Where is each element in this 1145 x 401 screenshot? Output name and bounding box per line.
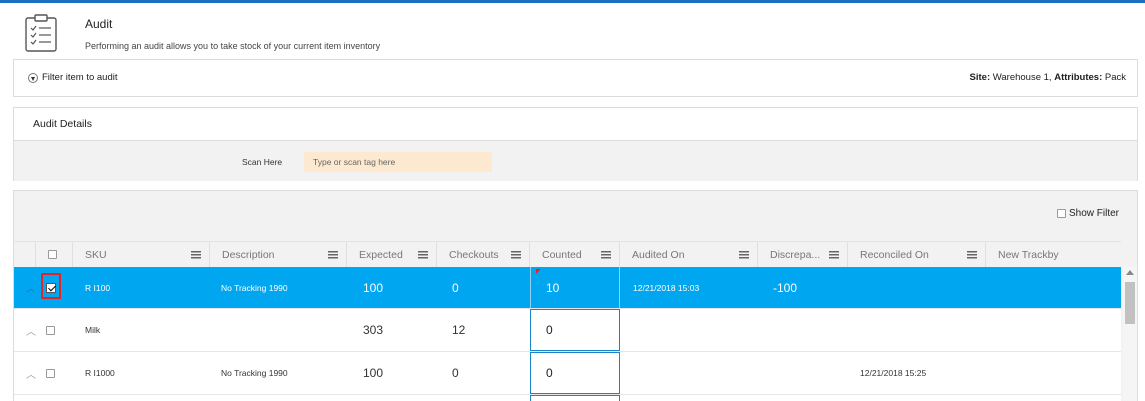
cell-sku: Milk: [85, 325, 101, 335]
column-menu-icon[interactable]: [511, 251, 521, 259]
column-header-label: SKU: [85, 249, 107, 261]
audit-details-panel: Audit Details Scan Here: [13, 107, 1138, 181]
site-key: Site:: [969, 72, 991, 83]
page-title: Audit: [85, 17, 113, 31]
column-header-label: Description: [222, 249, 275, 261]
top-accent-bar: [0, 0, 1145, 3]
cell-counted: 0: [546, 323, 553, 337]
checkbox-checked-icon: [46, 282, 56, 293]
header-select-col: [36, 242, 73, 268]
column-header-audited-on[interactable]: Audited On: [620, 242, 758, 268]
grid-header: SKU Description Expected Checkouts Count…: [14, 241, 1121, 268]
row-checkbox[interactable]: [46, 267, 56, 308]
column-header-sku[interactable]: SKU: [73, 242, 210, 268]
column-menu-icon[interactable]: [739, 251, 749, 259]
attributes-key: Attributes:: [1054, 72, 1103, 83]
column-menu-icon[interactable]: [328, 251, 338, 259]
table-row[interactable]: [14, 395, 1121, 401]
cell-description: No Tracking 1990: [221, 368, 288, 378]
dirty-cell-marker: [536, 269, 541, 274]
cell-reconciled-on: 12/21/2018 15:25: [860, 368, 927, 378]
cell-counted-editor[interactable]: 0: [530, 309, 620, 351]
table-row[interactable]: ︿ Milk 303 12 0: [14, 309, 1121, 352]
show-filter-checkbox[interactable]: [1056, 209, 1066, 218]
cell-counted-editor[interactable]: 10: [530, 267, 620, 308]
column-header-label: Discrepa...: [770, 249, 821, 261]
audit-details-title: Audit Details: [33, 118, 92, 130]
column-header-new-trackby[interactable]: New Trackby: [986, 242, 1121, 268]
filter-toggle-label: Filter item to audit: [42, 72, 118, 83]
column-header-label: Audited On: [632, 249, 685, 261]
column-header-description[interactable]: Description: [210, 242, 347, 268]
column-menu-icon[interactable]: [829, 251, 839, 259]
cell-checkouts: 0: [452, 366, 459, 380]
scroll-thumb[interactable]: [1125, 282, 1135, 324]
scroll-up-icon[interactable]: [1126, 270, 1134, 275]
cell-counted-editor[interactable]: 0: [530, 352, 620, 394]
column-header-label: Checkouts: [449, 249, 499, 261]
show-filter-label: Show Filter: [1068, 208, 1119, 219]
column-menu-icon[interactable]: [967, 251, 977, 259]
page-subtitle: Performing an audit allows you to take s…: [85, 41, 381, 51]
cell-checkouts: 0: [452, 280, 459, 295]
column-header-label: Counted: [542, 249, 582, 261]
column-header-reconciled-on[interactable]: Reconciled On: [848, 242, 986, 268]
cell-expected: 303: [363, 323, 384, 337]
vertical-scrollbar[interactable]: [1123, 267, 1137, 401]
cell-expected: 100: [363, 366, 384, 380]
column-menu-icon[interactable]: [191, 251, 201, 259]
audit-details-body: Scan Here: [14, 140, 1137, 181]
site-attributes-info: Site: Warehouse 1, Attributes: Pack: [970, 72, 1126, 83]
filter-toggle[interactable]: Filter item to audit: [28, 72, 118, 83]
clipboard-checklist-icon: [25, 14, 57, 52]
cell-sku: R I100: [85, 282, 111, 293]
row-checkbox[interactable]: [46, 309, 55, 351]
column-header-label: New Trackby: [998, 249, 1059, 261]
checkbox-icon: [46, 368, 55, 378]
cell-expected: 100: [363, 280, 384, 295]
column-header-discrepancy[interactable]: Discrepa...: [758, 242, 848, 268]
filter-panel: Filter item to audit Site: Warehouse 1, …: [13, 59, 1138, 97]
column-menu-icon[interactable]: [601, 251, 611, 259]
column-header-expected[interactable]: Expected: [347, 242, 437, 268]
cell-counted-editor[interactable]: [530, 395, 620, 401]
attributes-value: Pack: [1104, 72, 1126, 83]
cell-counted: 0: [546, 366, 553, 380]
checkbox-icon: [46, 325, 55, 335]
cell-sku: R I1000: [85, 368, 115, 378]
column-header-label: Expected: [359, 249, 403, 261]
expand-icon[interactable]: ︿: [26, 309, 36, 351]
column-header-checkouts[interactable]: Checkouts: [437, 242, 530, 268]
table-row[interactable]: ︿ R I100 No Tracking 1990 100 0 10 12/21…: [14, 267, 1121, 309]
audit-grid: Show Filter SKU Description Expected Che…: [13, 190, 1138, 401]
column-header-label: Reconciled On: [860, 249, 929, 261]
expand-icon[interactable]: ︿: [26, 352, 36, 394]
cell-discrepancy: -100: [773, 280, 798, 295]
site-value: Warehouse 1,: [992, 72, 1052, 83]
cell-checkouts: 12: [452, 323, 466, 337]
cell-audited-on: 12/21/2018 15:03: [633, 282, 700, 293]
expand-icon[interactable]: ︿: [26, 267, 36, 308]
cell-counted: 10: [546, 280, 560, 295]
scan-label: Scan Here: [242, 157, 283, 167]
column-menu-icon[interactable]: [418, 251, 428, 259]
caret-down-icon: [28, 72, 38, 83]
select-all-checkbox[interactable]: [48, 250, 57, 259]
table-row[interactable]: ︿ R I1000 No Tracking 1990 100 0 0 12/21…: [14, 352, 1121, 395]
column-header-counted[interactable]: Counted: [530, 242, 620, 268]
row-checkbox[interactable]: [46, 352, 55, 394]
show-filter-toggle[interactable]: Show Filter: [1056, 208, 1119, 219]
scan-input[interactable]: [304, 152, 492, 172]
header-expand-col: [14, 242, 36, 268]
cell-description: No Tracking 1990: [221, 282, 288, 293]
